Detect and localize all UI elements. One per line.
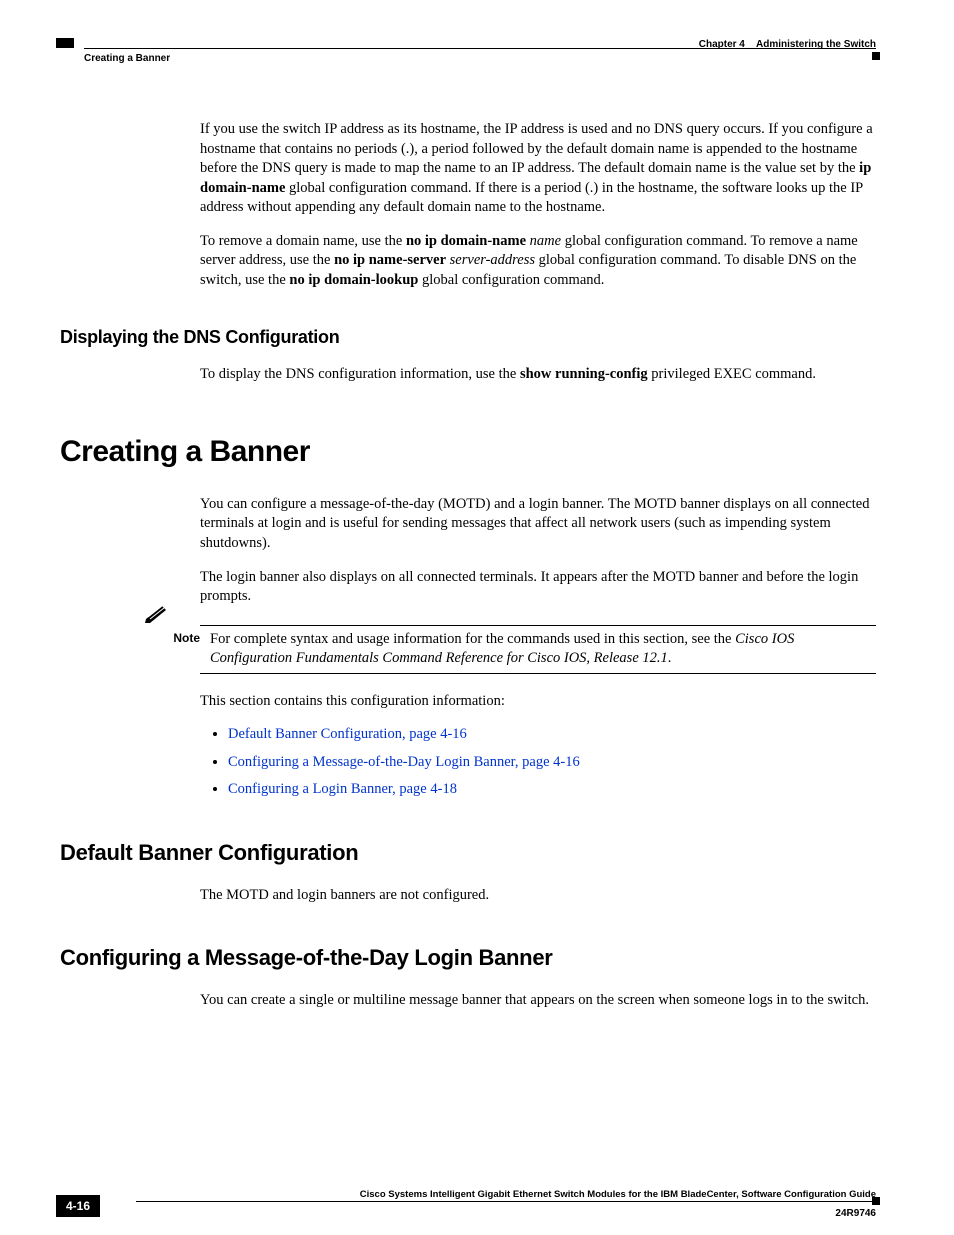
xref-list: Default Banner Configuration, page 4-16 … — [200, 725, 876, 800]
xref-link[interactable]: Configuring a Message-of-the-Day Login B… — [228, 754, 580, 770]
header-chapter: Chapter 4 Administering the Switch — [699, 38, 876, 52]
pencil-icon — [144, 603, 172, 623]
footer-rule — [136, 1201, 876, 1202]
paragraph: You can create a single or multiline mes… — [200, 991, 876, 1011]
header-chapter-num: Chapter 4 — [699, 39, 745, 50]
heading-dns-config: Displaying the DNS Configuration — [60, 325, 876, 349]
heading-motd-banner: Configuring a Message-of-the-Day Login B… — [60, 943, 876, 973]
header-marker-right — [872, 52, 880, 60]
paragraph: This section contains this configuration… — [200, 692, 876, 712]
note-block: Note For complete syntax and usage infor… — [140, 625, 876, 674]
note-text: For complete syntax and usage informatio… — [210, 630, 876, 669]
xref-link[interactable]: Default Banner Configuration, page 4-16 — [228, 726, 467, 742]
list-item: Default Banner Configuration, page 4-16 — [228, 725, 876, 745]
footer-marker — [872, 1197, 880, 1205]
paragraph: You can configure a message-of-the-day (… — [200, 495, 876, 554]
paragraph: To display the DNS configuration informa… — [200, 365, 876, 385]
xref-link[interactable]: Configuring a Login Banner, page 4-18 — [228, 781, 457, 797]
note-rule-top — [200, 625, 876, 626]
footer-page-number: 4-16 — [56, 1195, 100, 1217]
page-content: If you use the switch IP address as its … — [60, 120, 876, 1025]
paragraph: To remove a domain name, use the no ip d… — [200, 232, 876, 291]
list-item: Configuring a Message-of-the-Day Login B… — [228, 753, 876, 773]
paragraph: If you use the switch IP address as its … — [200, 120, 876, 218]
footer-doc-title: Cisco Systems Intelligent Gigabit Ethern… — [360, 1189, 876, 1202]
header-section-title: Creating a Banner — [84, 52, 170, 66]
heading-creating-banner: Creating a Banner — [60, 432, 876, 473]
note-rule-bottom — [200, 673, 876, 674]
header-chapter-title: Administering the Switch — [756, 39, 876, 50]
note-label: Note — [140, 630, 210, 669]
footer-doc-number: 24R9746 — [835, 1207, 876, 1221]
paragraph: The MOTD and login banners are not confi… — [200, 886, 876, 906]
list-item: Configuring a Login Banner, page 4-18 — [228, 780, 876, 800]
heading-default-banner: Default Banner Configuration — [60, 838, 876, 868]
page-header: Creating a Banner Chapter 4 Administerin… — [56, 38, 876, 62]
header-marker-left — [56, 38, 74, 48]
paragraph: The login banner also displays on all co… — [200, 568, 876, 607]
